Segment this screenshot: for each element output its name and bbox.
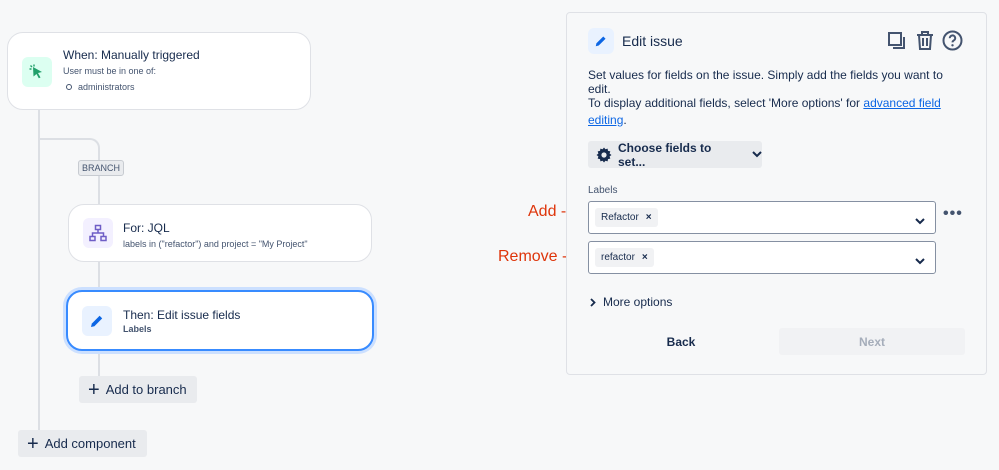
labels-remove-select[interactable]: refactor × xyxy=(588,241,936,274)
panel-info-text: To display additional fields, select 'Mo… xyxy=(588,95,958,129)
back-label: Back xyxy=(666,334,696,349)
chevron-down-icon xyxy=(752,151,762,158)
panel-title: Edit issue xyxy=(622,33,683,49)
plus-icon: + xyxy=(88,378,100,401)
annotation-remove: Remove -> xyxy=(498,248,577,265)
more-options-toggle[interactable]: More options xyxy=(590,295,672,309)
add-to-branch-label: Add to branch xyxy=(105,382,187,397)
label-chip: Refactor × xyxy=(595,208,658,227)
for-jql-title: For: JQL xyxy=(123,221,170,235)
label-chip-text: refactor xyxy=(601,252,635,263)
pencil-icon xyxy=(82,306,112,336)
next-label: Next xyxy=(858,334,885,349)
label-chip-text: Refactor xyxy=(601,212,639,223)
plus-icon: + xyxy=(27,432,39,455)
label-chip: refactor × xyxy=(595,248,654,267)
pencil-icon xyxy=(588,28,614,54)
branch-connector-lower xyxy=(98,262,100,292)
panel-info-prefix: To display additional fields, select 'Mo… xyxy=(588,96,864,110)
cursor-click-icon xyxy=(22,57,52,87)
labels-field-label: Labels xyxy=(588,185,618,196)
trigger-subtitle: User must be in one of: xyxy=(63,66,157,76)
more-options-label: More options xyxy=(603,295,673,309)
remove-chip-icon[interactable]: × xyxy=(642,252,648,263)
trigger-group-item: administrators xyxy=(78,82,135,92)
add-component-label: Add component xyxy=(44,436,136,451)
help-icon[interactable] xyxy=(942,30,963,56)
for-jql-query: labels in ("refactor") and project = "My… xyxy=(123,239,308,249)
add-to-branch-button[interactable]: + Add to branch xyxy=(79,376,197,403)
panel-description: Set values for fields on the issue. Simp… xyxy=(588,68,943,96)
labels-add-select[interactable]: Refactor × xyxy=(588,201,936,234)
back-button[interactable]: Back xyxy=(588,328,774,355)
branch-connector-tail xyxy=(98,348,100,378)
duplicate-icon[interactable] xyxy=(887,31,907,56)
chevron-right-icon xyxy=(590,297,596,307)
branch-badge: BRANCH xyxy=(78,160,125,176)
more-actions-icon[interactable]: ••• xyxy=(943,205,963,223)
trigger-title: When: Manually triggered xyxy=(63,48,200,62)
gear-icon xyxy=(596,147,612,163)
then-subtitle: Labels xyxy=(123,324,152,334)
choose-fields-label: Choose fields to set... xyxy=(618,140,712,169)
then-edit-issue-card[interactable]: Then: Edit issue fields Labels xyxy=(66,290,374,351)
trigger-card[interactable]: When: Manually triggered User must be in… xyxy=(7,32,311,110)
trash-icon[interactable] xyxy=(915,30,935,56)
remove-chip-icon[interactable]: × xyxy=(646,212,652,223)
choose-fields-button[interactable]: Choose fields to set... xyxy=(588,140,762,169)
panel-info-suffix: . xyxy=(623,113,627,127)
for-jql-card[interactable]: For: JQL labels in ("refactor") and proj… xyxy=(68,204,372,262)
chevron-down-icon[interactable] xyxy=(915,212,925,230)
chevron-down-icon[interactable] xyxy=(915,252,925,270)
edit-issue-panel xyxy=(566,12,987,375)
next-button[interactable]: Next xyxy=(779,328,965,355)
trigger-group-bullet xyxy=(66,84,72,90)
hierarchy-icon xyxy=(83,218,113,248)
then-title: Then: Edit issue fields xyxy=(123,308,241,322)
add-component-button[interactable]: + Add component xyxy=(18,430,147,457)
